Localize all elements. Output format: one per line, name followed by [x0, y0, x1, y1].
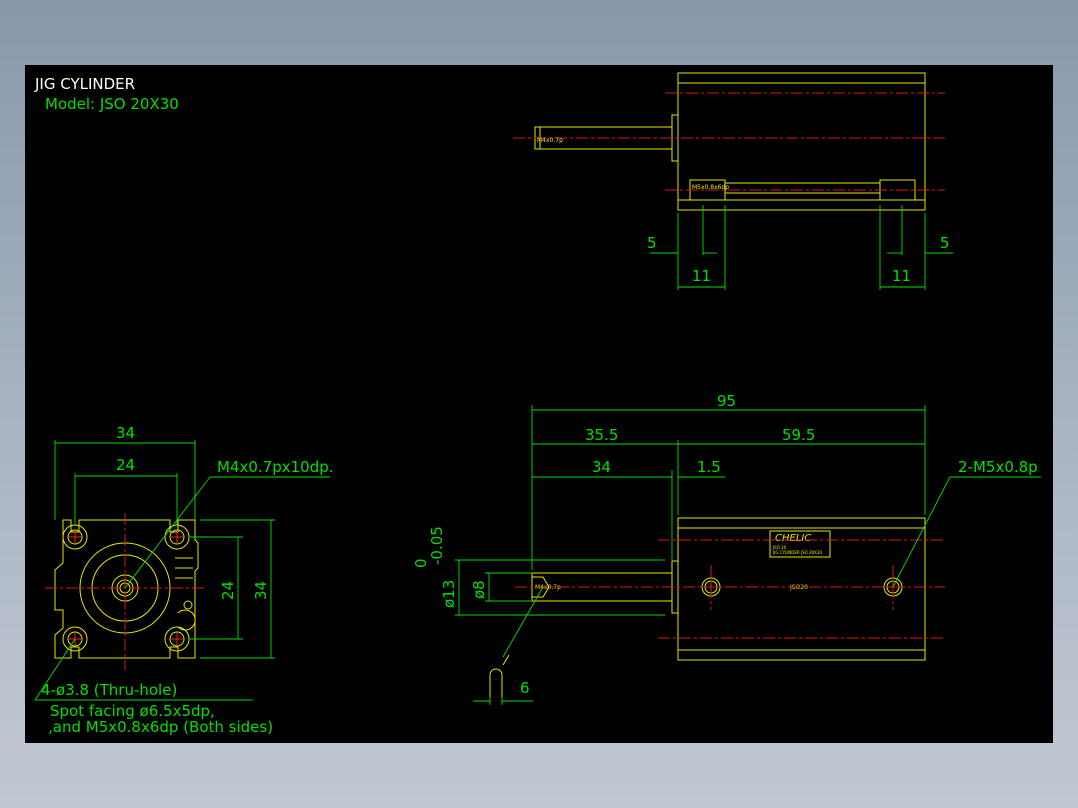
ports-label: 2-M5x0.8p	[958, 458, 1038, 476]
dim-24-height: 24	[219, 581, 237, 600]
top-view: M4x0.7p M5x0.8x6dp 5 11 5 11	[513, 72, 953, 290]
dim-11-right: 11	[892, 267, 911, 285]
drawing-title: JIG CYLINDER	[34, 75, 135, 93]
dim-tol-lower: -0.05	[428, 526, 446, 565]
dim-59-5: 59.5	[782, 426, 815, 444]
plate-line2: JIG CYLINDER JSO 20X30	[772, 550, 822, 555]
holes-label: 4-ø3.8 (Thru-hole)	[41, 681, 177, 699]
brand-label: CHELIC	[775, 533, 811, 544]
dim-6: 6	[520, 679, 530, 697]
spot-facing-line2: ,and M5x0.8x6dp (Both sides)	[48, 718, 273, 736]
dim-dia-8: ø8	[470, 580, 488, 599]
end-view: 34 24 24 34 M4x0.7px10dp. 4-ø3.8 (Thru-h…	[34, 424, 334, 736]
dim-1-5: 1.5	[697, 458, 721, 476]
dim-5-right: 5	[940, 234, 950, 252]
dim-34-width: 34	[116, 424, 135, 442]
dim-dia-13: ø13	[440, 580, 458, 608]
dim-34-height: 34	[252, 581, 270, 600]
dim-5-left: 5	[647, 234, 657, 252]
cad-viewport[interactable]: JIG CYLINDER Model: JSO 20X30 M4x0.7p M5…	[25, 65, 1053, 743]
rod-thread-label: M4x0.7p	[537, 137, 563, 144]
tap-label: M4x0.7px10dp.	[217, 458, 334, 476]
side-view: M4x0.7p CHELIC JSO 20 JIG CYLINDER JSO 2…	[412, 392, 1041, 705]
cad-drawing: JIG CYLINDER Model: JSO 20X30 M4x0.7p M5…	[34, 72, 1041, 736]
dim-35-5: 35.5	[585, 426, 618, 444]
dim-24-width: 24	[116, 456, 135, 474]
model-label: Model: JSO 20X30	[45, 95, 179, 113]
dim-11-left: 11	[692, 267, 711, 285]
top-port-label: M5x0.8x6dp	[692, 184, 729, 191]
dim-34-side: 34	[592, 458, 611, 476]
dim-95: 95	[717, 392, 736, 410]
